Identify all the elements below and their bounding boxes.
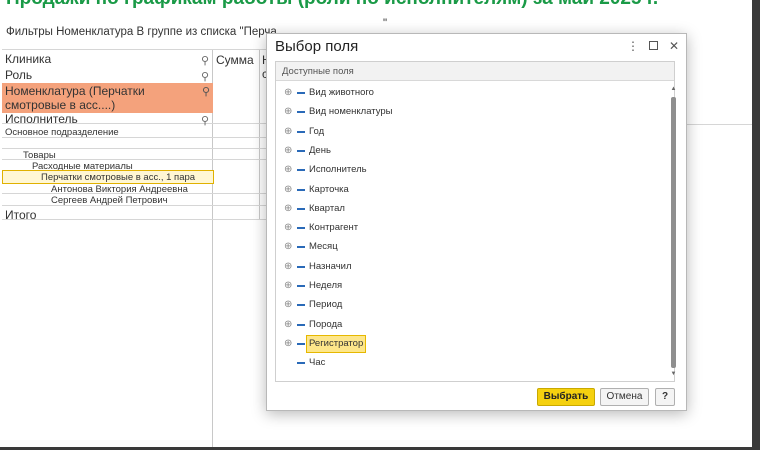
field-row[interactable]: ⊕ Вид животного	[276, 84, 666, 102]
field-row[interactable]: ⊕ Квартал	[276, 200, 666, 218]
field-type-icon	[297, 189, 305, 191]
dimension-row-nomenclature[interactable]: Номенклатура (Перчатки смотровые в асс..…	[2, 83, 213, 113]
field-type-icon	[297, 324, 305, 326]
field-row[interactable]: ⊕ Карточка	[276, 181, 666, 199]
field-type-icon	[297, 304, 305, 306]
expand-icon[interactable]: ⊕	[284, 105, 292, 119]
column-header-sum: Сумма	[216, 53, 254, 67]
grid-line	[2, 148, 266, 149]
expand-icon[interactable]: ⊕	[284, 163, 292, 177]
field-row[interactable]: ⊕ Контрагент	[276, 219, 666, 237]
field-type-icon	[297, 169, 305, 171]
expand-icon[interactable]: ⊕	[284, 298, 292, 312]
help-button[interactable]: ?	[655, 388, 675, 406]
field-label: Контрагент	[309, 222, 359, 233]
expand-icon[interactable]: ⊕	[284, 202, 292, 216]
field-label: Год	[309, 126, 325, 137]
filters-line: Фильтры Номенклатура В группе из списка …	[6, 18, 387, 38]
report-title: Продажи по графикам работы (роли по испо…	[6, 0, 658, 10]
available-fields-list[interactable]: Доступные поля ⊕ Вид животного ⊕ Вид ном…	[275, 61, 677, 382]
field-row[interactable]: ⊕ Неделя	[276, 277, 666, 295]
field-label: Порода	[309, 319, 343, 330]
filters-tail: "	[383, 18, 388, 30]
field-row[interactable]: ⊕ Исполнитель	[276, 161, 666, 179]
dimension-row-role[interactable]: Роль ⚲	[2, 67, 212, 83]
dimension-label: Роль	[5, 68, 33, 82]
dimension-label: Исполнитель	[5, 112, 78, 126]
expand-icon[interactable]: ⊕	[284, 279, 292, 293]
tree-item-person[interactable]: Сергеев Андрей Петрович	[51, 195, 168, 206]
dimension-label: Клиника	[5, 52, 52, 66]
field-type-icon	[297, 246, 305, 248]
tree-item-person[interactable]: Антонова Виктория Андреевна	[51, 184, 188, 195]
field-label: Исполнитель	[309, 164, 367, 175]
filters-text: Фильтры Номенклатура В группе из списка …	[6, 26, 277, 38]
field-type-icon	[297, 285, 305, 287]
field-row[interactable]: ⊕ Вид номенклатуры	[276, 103, 666, 121]
expand-icon[interactable]: ⊕	[284, 318, 292, 332]
field-label: Период	[309, 299, 343, 310]
window-frame	[752, 0, 760, 450]
field-row[interactable]: Час	[276, 354, 666, 372]
field-type-icon	[297, 343, 305, 345]
field-type-icon	[297, 111, 305, 113]
dimension-row-executor[interactable]: Исполнитель ⚲	[2, 111, 212, 127]
field-row[interactable]: ⊕ Период	[276, 296, 666, 314]
grid-line	[686, 124, 752, 125]
field-label: Квартал	[309, 203, 345, 214]
expand-icon[interactable]: ⊕	[284, 337, 292, 351]
scroll-down-icon[interactable]: ▼	[670, 371, 677, 378]
expand-icon[interactable]: ⊕	[284, 240, 292, 254]
expand-icon[interactable]: ⊕	[284, 183, 292, 197]
expand-icon[interactable]: ⊕	[284, 221, 292, 235]
tree-item-gloves[interactable]: Перчатки смотровые в асс., 1 пара	[41, 172, 195, 183]
field-label: День	[309, 145, 331, 156]
tree-group-department[interactable]: Основное подразделение	[5, 127, 119, 138]
close-icon[interactable]: ✕	[666, 38, 682, 54]
field-type-icon	[297, 92, 305, 94]
grid-line	[2, 49, 266, 50]
dimension-label: Номенклатура (Перчатки смотровые в асс..…	[5, 84, 145, 112]
field-type-icon	[297, 208, 305, 210]
field-type-icon	[297, 227, 305, 229]
field-row[interactable]: ⊕ Месяц	[276, 238, 666, 256]
expand-icon[interactable]: ⊕	[284, 144, 292, 158]
total-row: Итого	[5, 208, 37, 222]
field-label: Час	[309, 357, 326, 368]
field-label: Месяц	[309, 241, 338, 252]
field-label: Неделя	[309, 280, 343, 291]
field-label: Вид животного	[309, 87, 374, 98]
field-type-icon	[297, 131, 305, 133]
field-selection-dialog: Выбор поля ⋮ ✕ Доступные поля ⊕ Вид живо…	[266, 33, 687, 411]
select-button[interactable]: Выбрать	[537, 388, 595, 406]
scroll-up-icon[interactable]: ▲	[670, 86, 677, 93]
field-label: Карточка	[309, 184, 349, 195]
expand-icon[interactable]: ⊕	[284, 125, 292, 139]
field-row-selected[interactable]: ⊕ Регистратор	[276, 335, 666, 353]
field-type-icon	[297, 150, 305, 152]
filter-active-icon[interactable]: ⚲	[202, 85, 210, 99]
field-row[interactable]: ⊕ Год	[276, 123, 666, 141]
field-type-icon	[297, 266, 305, 268]
filter-icon[interactable]: ⚲	[201, 113, 209, 129]
dimension-row-clinic[interactable]: Клиника ⚲	[2, 51, 212, 67]
field-type-icon	[297, 362, 305, 364]
expand-icon[interactable]: ⊕	[284, 86, 292, 100]
scrollbar-thumb[interactable]	[671, 97, 676, 368]
fields-list-header: Доступные поля	[276, 62, 674, 81]
cancel-button[interactable]: Отмена	[600, 388, 649, 406]
tree-group-goods[interactable]: Товары	[23, 150, 56, 161]
more-vert-icon[interactable]: ⋮	[625, 38, 641, 54]
maximize-icon[interactable]	[645, 38, 661, 54]
field-label: Назначил	[309, 261, 352, 272]
field-row[interactable]: ⊕ Назначил	[276, 258, 666, 276]
field-row[interactable]: ⊕ День	[276, 142, 666, 160]
dialog-title: Выбор поля	[275, 38, 359, 55]
field-label-selected: Регистратор	[306, 335, 367, 353]
expand-icon[interactable]: ⊕	[284, 260, 292, 274]
field-label: Вид номенклатуры	[309, 106, 393, 117]
field-row[interactable]: ⊕ Порода	[276, 316, 666, 334]
grid-line	[2, 219, 266, 220]
